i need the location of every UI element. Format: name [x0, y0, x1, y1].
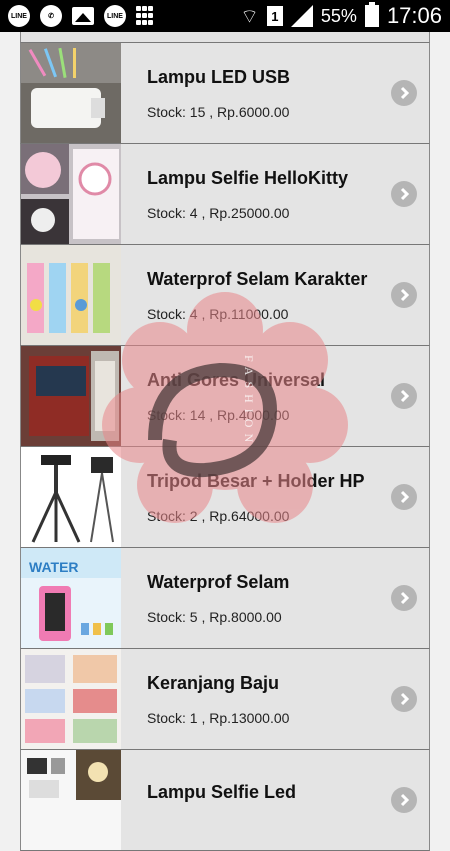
- product-thumbnail: [21, 750, 121, 850]
- chevron-right-icon[interactable]: [391, 585, 417, 611]
- chevron-right-icon[interactable]: [391, 80, 417, 106]
- product-thumbnail: [21, 346, 121, 446]
- line-icon: LINE: [104, 5, 126, 27]
- clock: 17:06: [386, 3, 442, 28]
- product-item[interactable]: Lampu Selfie Led: [20, 750, 430, 851]
- product-name: Keranjang Baju: [147, 672, 280, 693]
- product-stock: Stock: 4 , Rp.11000.00: [147, 305, 289, 322]
- product-name: Tripod Besar + Holder HP: [147, 470, 365, 491]
- product-item[interactable]: Keranjang Baju Stock: 1 , Rp.13000.00: [20, 649, 430, 750]
- chevron-right-icon[interactable]: [391, 282, 417, 308]
- sim-indicator: 1: [266, 6, 283, 26]
- product-item[interactable]: Lampu LED USB Stock: 15 , Rp.6000.00: [20, 43, 430, 144]
- svg-text:WATER: WATER: [29, 559, 79, 575]
- wifi-icon: ⌔: [240, 5, 259, 28]
- chevron-right-icon[interactable]: [391, 383, 417, 409]
- product-stock: Stock: 4 , Rp.25000.00: [147, 204, 290, 221]
- product-stock: Stock: 14 , Rp.4000.00: [147, 406, 290, 423]
- product-thumbnail: [21, 447, 121, 547]
- chevron-right-icon[interactable]: [391, 686, 417, 712]
- status-bar: LINE ✆ LINE ⌔ 1 55% 17:06: [0, 0, 450, 32]
- chevron-right-icon[interactable]: [391, 787, 417, 813]
- signal-icon: [290, 5, 313, 27]
- product-item[interactable]: Anti Gores Universal Stock: 14 , Rp.4000…: [20, 346, 430, 447]
- whatsapp-icon: ✆: [40, 5, 62, 27]
- product-name: Lampu LED USB: [147, 66, 291, 87]
- product-item[interactable]: Lampu Selfie HelloKitty Stock: 4 , Rp.25…: [20, 144, 430, 245]
- product-stock: Stock: 1 , Rp.13000.00: [147, 709, 290, 726]
- product-name: Lampu Selfie HelloKitty: [147, 167, 349, 188]
- battery-percent: 55%: [320, 5, 357, 26]
- product-thumbnail: [21, 649, 121, 749]
- previous-item-edge: [20, 32, 430, 43]
- product-name: Lampu Selfie Led: [147, 781, 297, 802]
- product-stock: Stock: 15 , Rp.6000.00: [147, 103, 290, 120]
- line-icon: LINE: [8, 5, 30, 27]
- product-item[interactable]: WATER Waterprof Selam Stock: 5 , Rp.8000…: [20, 548, 430, 649]
- gallery-icon: [72, 7, 94, 25]
- product-list: Lampu LED USB Stock: 15 , Rp.6000.00 Lam…: [20, 32, 430, 851]
- product-stock: Stock: 5 , Rp.8000.00: [147, 608, 282, 625]
- product-stock: Stock: 2 , Rp.64000.00: [147, 507, 290, 524]
- product-thumbnail: WATER: [21, 548, 121, 648]
- product-item[interactable]: Waterprof Selam Karakter Stock: 4 , Rp.1…: [20, 245, 430, 346]
- bbm-icon: [136, 6, 156, 26]
- product-name: Anti Gores Universal: [147, 369, 326, 390]
- product-name: Waterprof Selam: [147, 571, 290, 592]
- battery-icon: [364, 2, 379, 27]
- product-thumbnail: [21, 144, 121, 244]
- product-item[interactable]: Tripod Besar + Holder HP Stock: 2 , Rp.6…: [20, 447, 430, 548]
- chevron-right-icon[interactable]: [391, 484, 417, 510]
- product-thumbnail: [21, 43, 121, 143]
- product-name: Waterprof Selam Karakter: [147, 268, 368, 289]
- chevron-right-icon[interactable]: [391, 181, 417, 207]
- product-thumbnail: [21, 245, 121, 345]
